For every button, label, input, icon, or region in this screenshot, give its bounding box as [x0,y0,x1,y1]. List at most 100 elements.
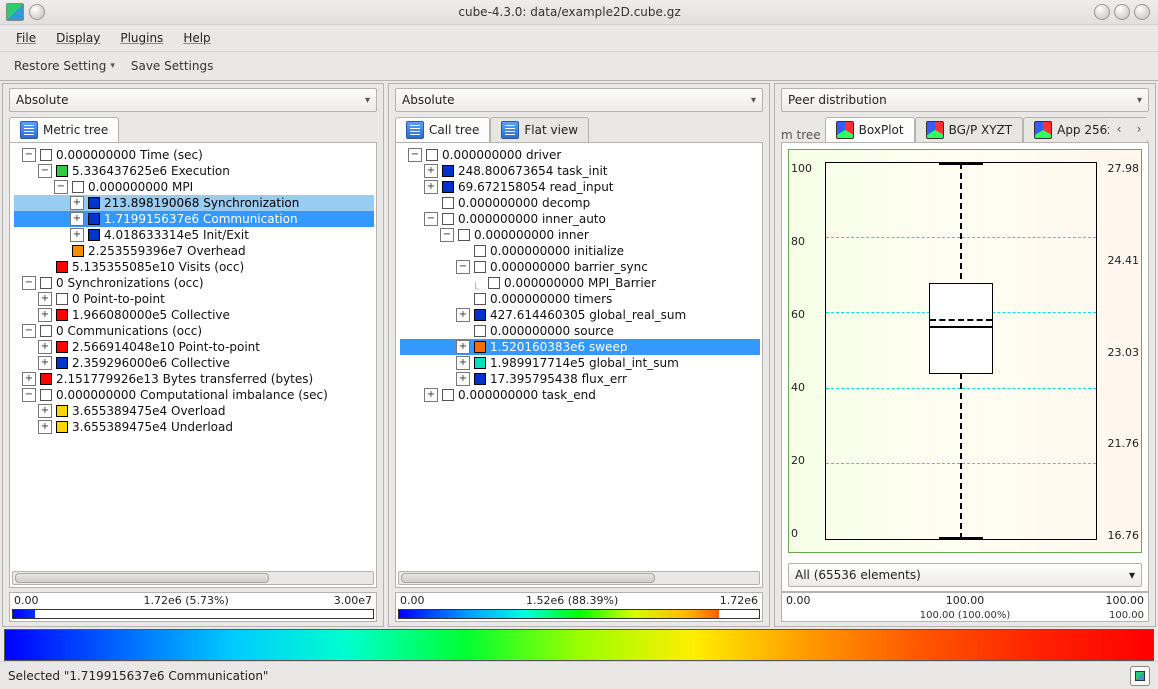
expand-toggle[interactable]: + [38,420,52,434]
expand-toggle[interactable]: + [22,372,36,386]
tree-row[interactable]: 2.253559396e7 Overhead [14,243,374,259]
tree-row[interactable]: −0.000000000 inner [400,227,760,243]
expand-toggle[interactable]: + [70,212,84,226]
expand-toggle[interactable]: + [70,196,84,210]
metric-mode-combo[interactable]: Absolute▾ [9,88,377,112]
tree-row[interactable]: 0.000000000 source [400,323,760,339]
tree-row[interactable]: +4.018633314e5 Init/Exit [14,227,374,243]
tree-row[interactable]: +3.655389475e4 Underload [14,419,374,435]
tree-row[interactable]: 0.000000000 MPI_Barrier [400,275,760,291]
system-mode-combo[interactable]: Peer distribution▾ [781,88,1149,112]
expand-toggle[interactable]: + [38,340,52,354]
tree-row[interactable]: +0 Point-to-point [14,291,374,307]
expand-toggle[interactable]: + [456,356,470,370]
expand-toggle[interactable]: − [424,212,438,226]
tree-row[interactable]: +427.614460305 global_real_sum [400,307,760,323]
expand-toggle[interactable]: + [456,308,470,322]
expand-toggle[interactable]: − [22,388,36,402]
tree-row[interactable]: −0 Synchronizations (occ) [14,275,374,291]
tree-row[interactable]: +3.655389475e4 Overload [14,403,374,419]
expand-toggle[interactable]: + [424,388,438,402]
restore-setting-button[interactable]: Restore Setting▾ [8,57,121,75]
minimize-button[interactable] [1094,4,1110,20]
tree-row[interactable]: −0 Communications (occ) [14,323,374,339]
tree-row[interactable]: +17.395795438 flux_err [400,371,760,387]
expand-toggle[interactable]: − [22,324,36,338]
tree-row[interactable]: 0.000000000 initialize [400,243,760,259]
tab-bgp-xyzt[interactable]: BG/P XYZT [915,117,1024,142]
expand-toggle[interactable]: − [38,164,52,178]
expand-toggle[interactable]: − [408,148,422,162]
expand-toggle[interactable]: + [38,404,52,418]
tree-row[interactable]: −0.000000000 Time (sec) [14,147,374,163]
tab-nav-prev[interactable]: ‹ [1111,118,1127,140]
tree-label: 2.151779926e13 Bytes transferred (bytes) [55,371,313,387]
expand-toggle[interactable]: − [440,228,454,242]
tab-system-tree-partial[interactable]: m tree [781,128,825,142]
tree-row[interactable]: +69.672158054 read_input [400,179,760,195]
expand-toggle[interactable]: + [70,228,84,242]
tree-row[interactable]: +1.989917714e5 global_int_sum [400,355,760,371]
expand-toggle[interactable]: + [38,292,52,306]
expand-toggle[interactable]: + [38,356,52,370]
expand-toggle[interactable] [456,292,470,306]
menu-plugins[interactable]: Plugins [110,29,173,47]
tree-row[interactable]: 5.135355085e10 Visits (occ) [14,259,374,275]
expand-toggle[interactable] [456,324,470,338]
tree-row[interactable]: −0.000000000 MPI [14,179,374,195]
menu-display[interactable]: Display [46,29,110,47]
tree-row[interactable]: +2.566914048e10 Point-to-point [14,339,374,355]
calltree-hscrollbar[interactable] [398,571,760,585]
metric-tree[interactable]: −0.000000000 Time (sec)−5.336437625e6 Ex… [10,143,376,579]
tree-row[interactable]: −5.336437625e6 Execution [14,163,374,179]
call-tree[interactable]: −0.000000000 driver+248.800673654 task_i… [396,143,762,579]
tab-metric-tree[interactable]: Metric tree [9,117,119,142]
expand-toggle[interactable]: + [456,340,470,354]
expand-toggle[interactable]: − [456,260,470,274]
menu-file[interactable]: File [6,29,46,47]
expand-toggle[interactable]: − [22,148,36,162]
tree-row[interactable]: +213.898190068 Synchronization [14,195,374,211]
tab-boxplot[interactable]: BoxPlot [825,117,915,142]
tree-row[interactable]: −0.000000000 driver [400,147,760,163]
y-tick-right: 24.41 [1108,254,1140,267]
tab-call-tree[interactable]: Call tree [395,117,490,142]
tree-row[interactable]: 0.000000000 timers [400,291,760,307]
tree-row[interactable]: −0.000000000 Computational imbalance (se… [14,387,374,403]
menu-help[interactable]: Help [173,29,220,47]
expand-toggle[interactable]: − [54,180,68,194]
expand-toggle[interactable] [54,244,68,258]
expand-toggle[interactable] [424,196,438,210]
expand-toggle[interactable]: + [424,180,438,194]
elements-combo[interactable]: All (65536 elements)▾ [788,563,1142,587]
status-icon[interactable] [1130,666,1150,686]
tree-row[interactable]: +248.800673654 task_init [400,163,760,179]
tree-row[interactable]: +2.359296000e6 Collective [14,355,374,371]
metric-legend: 0.00 1.72e6 (5.73%) 3.00e7 [9,592,377,622]
maximize-button[interactable] [1114,4,1130,20]
tree-label: 1.989917714e5 global_int_sum [489,355,679,371]
expand-toggle[interactable] [38,260,52,274]
tree-row[interactable]: −0.000000000 barrier_sync [400,259,760,275]
expand-toggle[interactable] [456,244,470,258]
close-button[interactable] [1134,4,1150,20]
expand-toggle[interactable]: + [38,308,52,322]
expand-toggle[interactable]: − [22,276,36,290]
expand-toggle[interactable]: + [424,164,438,178]
tree-row[interactable]: +2.151779926e13 Bytes transferred (bytes… [14,371,374,387]
tree-label: 0.000000000 source [489,323,614,339]
tree-row[interactable]: +1.966080000e5 Collective [14,307,374,323]
boxplot-area[interactable]: 100806040200 27.9824.4123.0321.7616.76 [788,149,1142,553]
window-menu-button[interactable] [29,4,45,20]
expand-toggle[interactable]: + [456,372,470,386]
tree-row[interactable]: +1.520160383e6 sweep [400,339,760,355]
calltree-mode-combo[interactable]: Absolute▾ [395,88,763,112]
tab-nav-next[interactable]: › [1131,118,1147,140]
tree-row[interactable]: 0.000000000 decomp [400,195,760,211]
tab-flat-view[interactable]: Flat view [490,117,589,142]
save-settings-button[interactable]: Save Settings [125,57,220,75]
tree-row[interactable]: −0.000000000 inner_auto [400,211,760,227]
tree-row[interactable]: +1.719915637e6 Communication [14,211,374,227]
tree-row[interactable]: +0.000000000 task_end [400,387,760,403]
metric-hscrollbar[interactable] [12,571,374,585]
